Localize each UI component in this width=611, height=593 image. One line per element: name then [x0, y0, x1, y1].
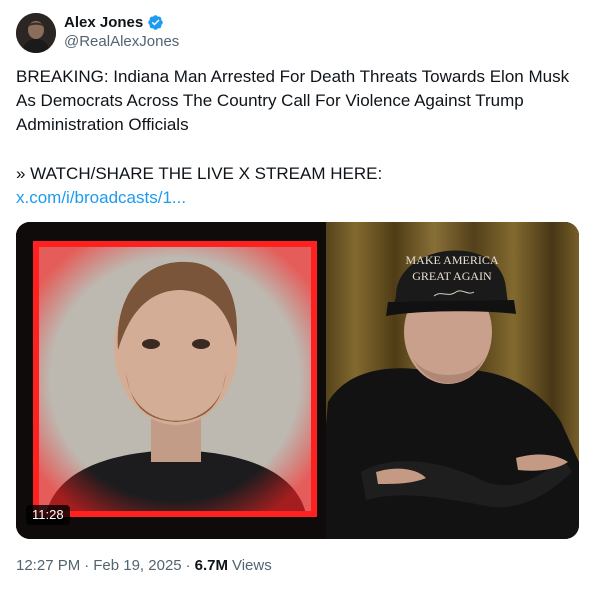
watch-line: » WATCH/SHARE THE LIVE X STREAM HERE:: [16, 164, 383, 183]
post-time[interactable]: 12:27 PM: [16, 557, 80, 574]
author-names: Alex Jones @RealAlexJones: [64, 12, 179, 51]
video-frame-image: MAKE AMERICA GREAT AGAIN: [16, 222, 579, 539]
avatar-image: [16, 13, 56, 53]
avatar[interactable]: [16, 13, 56, 53]
display-name[interactable]: Alex Jones: [64, 14, 143, 31]
hat-text-line2: GREAT AGAIN: [412, 269, 492, 283]
post-date[interactable]: Feb 19, 2025: [93, 557, 181, 574]
meta-separator: ·: [185, 557, 191, 574]
tweet: Alex Jones @RealAlexJones BREAKING: Indi…: [0, 0, 611, 593]
author-handle[interactable]: @RealAlexJones: [64, 33, 179, 50]
video-duration-badge: 11:28: [26, 505, 70, 525]
meta-separator: ·: [84, 557, 90, 574]
video-thumbnail[interactable]: MAKE AMERICA GREAT AGAIN: [16, 222, 579, 539]
tweet-text: BREAKING: Indiana Man Arrested For Death…: [16, 67, 570, 134]
hat-text-line1: MAKE AMERICA: [405, 253, 498, 267]
views-label: Views: [231, 557, 272, 574]
verified-badge-icon: [147, 14, 164, 31]
tweet-meta: 12:27 PM · Feb 19, 2025 · 6.7M Views: [16, 557, 272, 574]
display-name-row: Alex Jones: [64, 12, 179, 32]
views-count: 6.7M: [194, 557, 228, 574]
broadcast-link[interactable]: x.com/i/broadcasts/1...: [16, 186, 186, 210]
